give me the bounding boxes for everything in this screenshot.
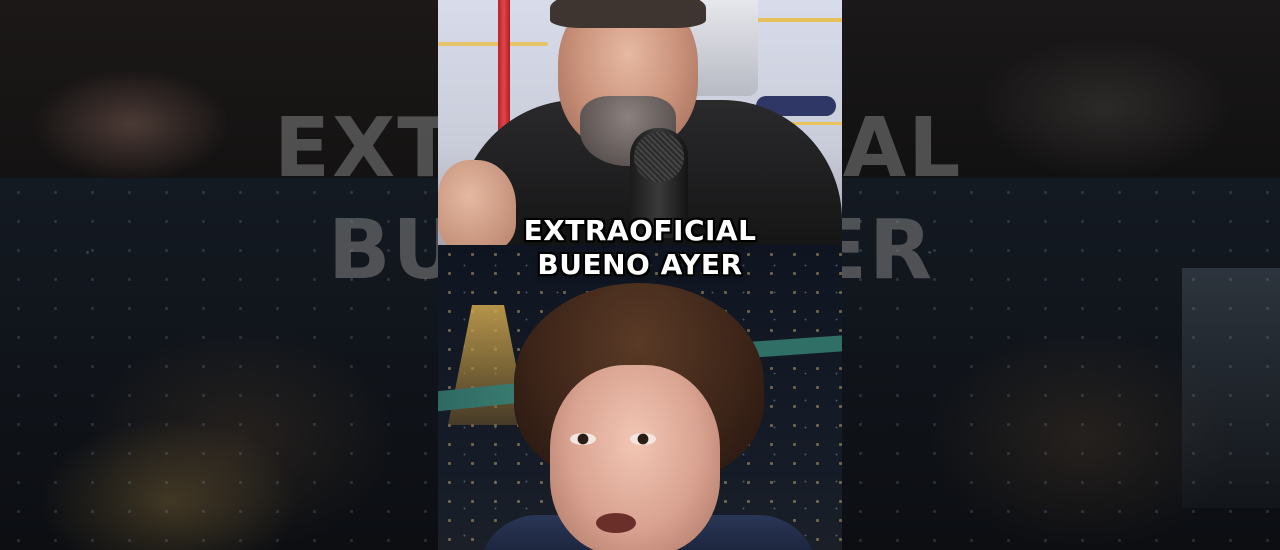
guest-eye [630,433,656,445]
studio-light-strip [438,42,548,46]
host-studio-panel [438,0,842,245]
caption-line-1: EXTRAOFICIAL [523,214,757,247]
guest-eye [570,433,596,445]
host-hair [550,0,706,28]
subtitle-caption: EXTRAOFICIAL BUENO AYER [438,214,842,282]
caption-line-2: BUENO AYER [537,248,743,281]
guest-interview-panel [438,245,842,550]
video-thumbnail[interactable]: EXTRAOFICIAL BUENO AYER [0,0,1280,550]
guest-mouth [596,513,636,533]
microphone-grille [634,132,684,182]
